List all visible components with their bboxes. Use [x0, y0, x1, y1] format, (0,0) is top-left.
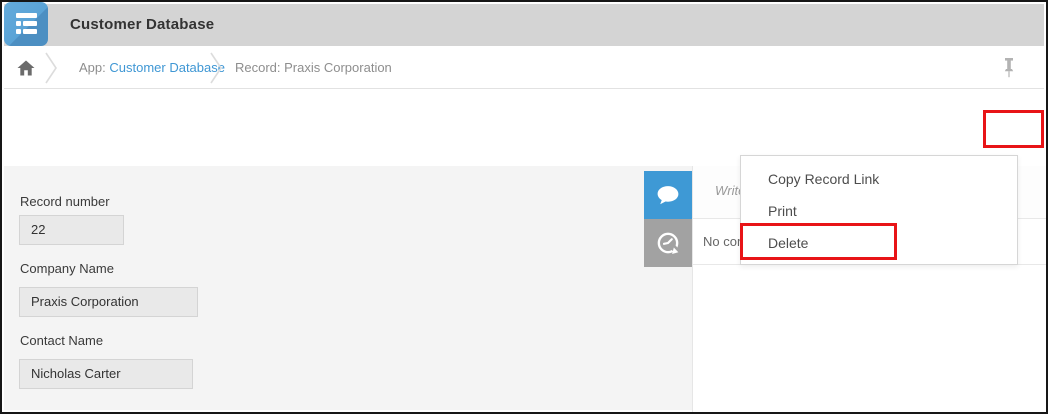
app-menu-icon[interactable]	[4, 2, 48, 46]
speech-bubble-icon	[655, 182, 681, 208]
record-number-value: 22	[19, 215, 124, 245]
company-name-label: Company Name	[20, 261, 114, 276]
tab-comments[interactable]	[644, 171, 692, 219]
contact-name-value: Nicholas Carter	[19, 359, 193, 389]
annotation-box-delete	[740, 223, 897, 260]
breadcrumb-separator	[44, 51, 58, 90]
breadcrumb-record: Record: Praxis Corporation	[235, 60, 392, 75]
history-icon	[654, 229, 682, 257]
breadcrumb: App: Customer Database Record: Praxis Co…	[4, 46, 1044, 89]
annotation-box-ellipsis	[983, 110, 1044, 148]
pin-icon[interactable]	[1002, 57, 1016, 84]
list-icon	[16, 13, 37, 18]
company-name-value: Praxis Corporation	[19, 287, 198, 317]
page-title: Customer Database	[70, 16, 214, 33]
breadcrumb-app: App: Customer Database	[79, 60, 225, 75]
breadcrumb-app-link[interactable]: Customer Database	[109, 60, 225, 75]
record-number-label: Record number	[20, 194, 110, 209]
breadcrumb-separator	[209, 51, 223, 90]
contact-name-label: Contact Name	[20, 333, 103, 348]
panel-tabs	[644, 171, 692, 267]
menu-item-copy-record-link[interactable]: Copy Record Link	[741, 163, 1017, 195]
tab-history[interactable]	[644, 219, 692, 267]
header-bar: Customer Database	[4, 4, 1044, 46]
home-icon[interactable]	[16, 58, 36, 83]
app-window: Customer Database App: Customer Database…	[0, 0, 1048, 414]
breadcrumb-app-prefix: App:	[79, 60, 109, 75]
